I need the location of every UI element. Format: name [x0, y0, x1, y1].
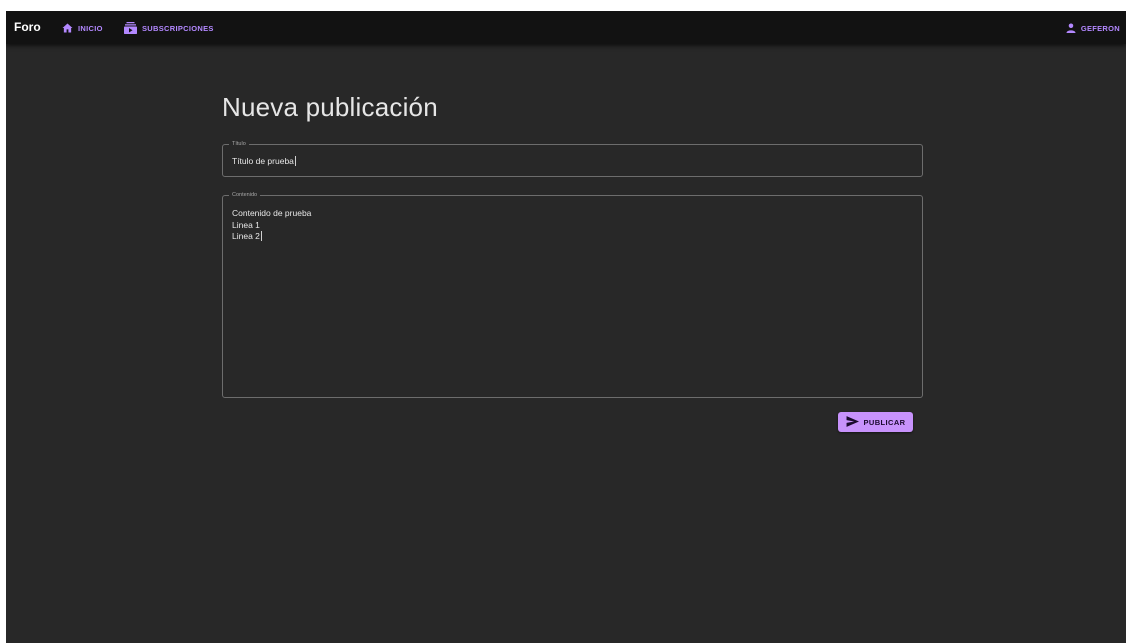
app-window: Foro INICIO SUBSCRIPCIONES GEFERON Nueva… [6, 11, 1126, 643]
subscriptions-icon [124, 22, 137, 34]
text-caret [294, 156, 296, 166]
content-textarea[interactable]: Contenido de prueba Linea 1 Linea 2 [232, 208, 311, 243]
user-account-button[interactable]: GEFERON [1066, 20, 1120, 36]
send-icon [846, 415, 859, 429]
nav-home-button[interactable]: INICIO [62, 20, 103, 36]
brand-logo[interactable]: Foro [14, 20, 41, 34]
nav-home-label: INICIO [78, 23, 103, 33]
content-field-label: Contenido [229, 191, 261, 199]
content-field[interactable]: Contenido Contenido de prueba Linea 1 Li… [222, 191, 923, 398]
publish-button[interactable]: PUBLICAR [838, 412, 913, 432]
page-title: Nueva publicación [222, 92, 438, 122]
person-icon [1066, 23, 1076, 33]
content-textarea-value: Contenido de prueba Linea 1 Linea 2 [232, 208, 312, 241]
title-field[interactable]: Título Título de prueba [222, 140, 923, 177]
nav-subscriptions-label: SUBSCRIPCIONES [142, 23, 214, 33]
publish-button-label: PUBLICAR [863, 417, 906, 427]
nav-subscriptions-button[interactable]: SUBSCRIPCIONES [124, 20, 214, 36]
text-caret [260, 231, 262, 241]
home-icon [62, 23, 73, 33]
title-input[interactable]: Título de prueba [232, 156, 296, 168]
title-field-label: Título [229, 140, 249, 148]
user-name-label: GEFERON [1080, 23, 1120, 33]
top-navbar: Foro INICIO SUBSCRIPCIONES GEFERON [6, 11, 1126, 44]
title-input-value: Título de prueba [232, 156, 294, 166]
